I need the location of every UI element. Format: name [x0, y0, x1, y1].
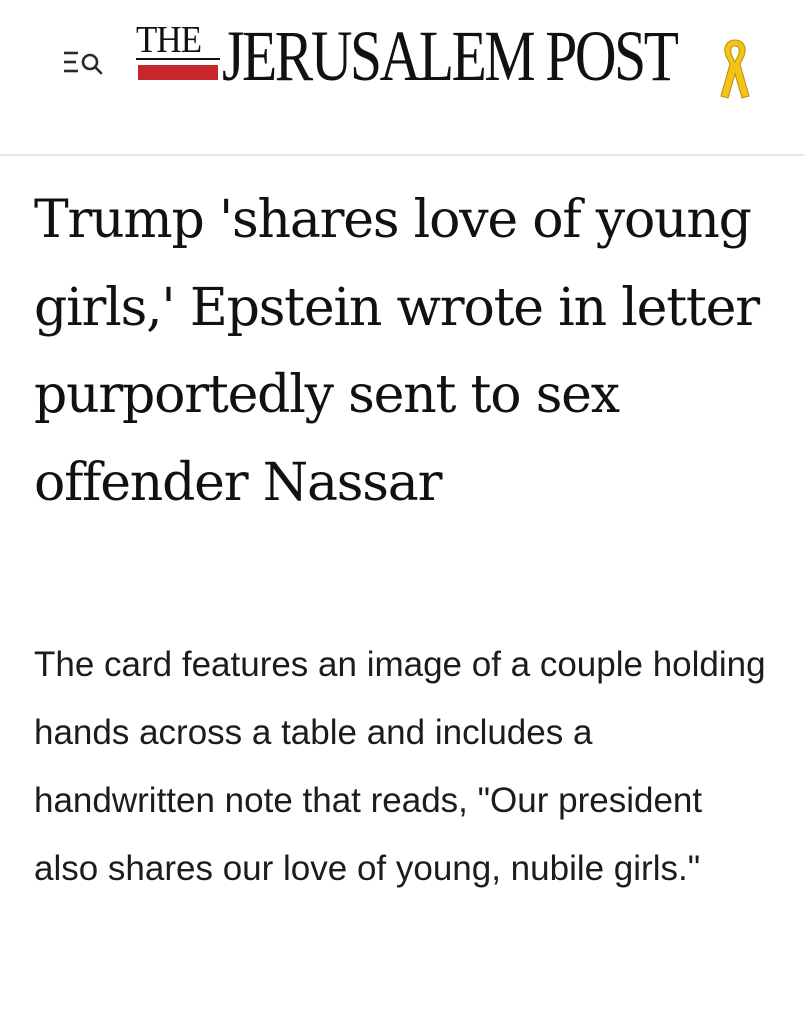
logo-red-bar: [138, 65, 218, 80]
menu-search-icon: [64, 51, 103, 75]
logo-underline: [136, 58, 220, 60]
menu-search-button[interactable]: [62, 46, 112, 80]
article-headline: Trump 'shares love of young girls,' Epst…: [34, 190, 760, 513]
yellow-ribbon-icon: [720, 39, 750, 99]
site-logo[interactable]: THE JERUSALEM POST: [134, 14, 760, 104]
site-header: THE JERUSALEM POST: [0, 0, 804, 156]
article-summary: The card features an image of a couple h…: [34, 645, 766, 888]
logo-the-text: THE: [136, 19, 202, 61]
logo-main-text: JERUSALEM POST: [222, 16, 679, 96]
